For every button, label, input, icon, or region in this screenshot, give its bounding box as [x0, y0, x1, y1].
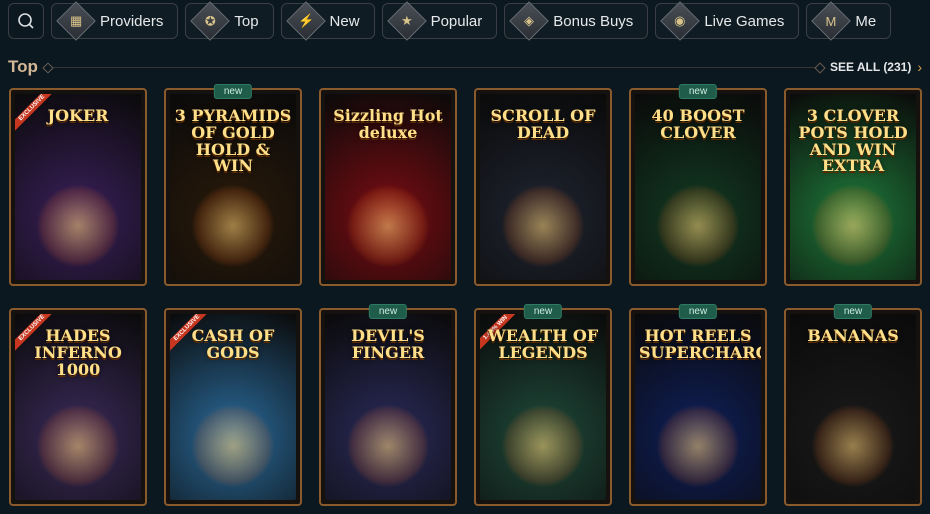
nav-item-label: Me: [855, 12, 877, 30]
game-art: [346, 404, 430, 488]
game-art: [811, 184, 895, 268]
game-tile[interactable]: 3 CLOVER POTS HOLD AND WIN EXTRA: [784, 88, 922, 286]
game-title: SCROLL OF DEAD: [490, 106, 596, 142]
popular-icon: ★: [386, 1, 427, 41]
game-title: WEALTH OF LEGENDS: [487, 326, 599, 362]
new-badge: new: [678, 304, 718, 319]
game-art: [346, 184, 430, 268]
game-title: HADES INFERNO 1000: [34, 326, 122, 379]
game-art: [191, 404, 275, 488]
game-title: 40 BOOST CLOVER: [651, 106, 745, 142]
search-button[interactable]: [8, 3, 44, 39]
game-tile[interactable]: Sizzling Hot deluxe: [319, 88, 457, 286]
nav-item-label: Popular: [430, 12, 483, 30]
see-all-link[interactable]: SEE ALL (231): [830, 60, 911, 74]
game-art: [36, 184, 120, 268]
nav-item-providers[interactable]: ▦ Providers: [51, 1, 179, 41]
game-tile[interactable]: EXCLUSIVE CASH OF GODS: [164, 308, 302, 506]
game-thumbnail: Sizzling Hot deluxe: [325, 94, 451, 280]
game-tile[interactable]: new 3 PYRAMIDS OF GOLD HOLD & WIN: [164, 84, 302, 286]
nav-item-live-games[interactable]: ◉ Live Games: [655, 1, 800, 41]
new-badge: new: [368, 304, 408, 319]
new-badge: new: [678, 84, 718, 99]
game-art: [501, 184, 585, 268]
game-art: [811, 404, 895, 488]
nav-item-new[interactable]: ⚡ New: [280, 1, 375, 41]
nav-item-label: Providers: [100, 12, 164, 30]
game-thumbnail: EXCLUSIVE CASH OF GODS: [170, 314, 296, 500]
game-tile[interactable]: SCROLL OF DEAD: [474, 88, 612, 286]
game-art: [656, 184, 740, 268]
game-thumbnail: DEVIL'S FINGER: [325, 314, 451, 500]
new-icon: ⚡: [285, 1, 326, 41]
game-title: 3 CLOVER POTS HOLD AND WIN EXTRA: [798, 106, 908, 176]
providers-icon: ▦: [56, 1, 96, 41]
game-thumbnail: 40 BOOST CLOVER: [635, 94, 761, 280]
game-thumbnail: 1.4K% WIN WEALTH OF LEGENDS: [480, 314, 606, 500]
nav-icon-glyph: ▦: [69, 12, 83, 28]
game-thumbnail: EXCLUSIVE JOKER: [15, 94, 141, 280]
game-tile[interactable]: new BANANAS: [784, 304, 922, 506]
nav-icon-glyph: ✪: [204, 13, 216, 28]
bonus-buys-icon: ◈: [509, 1, 550, 41]
game-title: CASH OF GODS: [191, 326, 275, 362]
chevron-right-icon[interactable]: ›: [917, 59, 922, 75]
more-icon: M: [811, 1, 852, 41]
nav-item-popular[interactable]: ★ Popular: [381, 1, 498, 41]
game-thumbnail: 3 CLOVER POTS HOLD AND WIN EXTRA: [790, 94, 916, 280]
nav-icon-glyph: ★: [400, 13, 413, 28]
games-grid: EXCLUSIVE JOKER new 3 PYRAMIDS OF GOLD HOLD…: [9, 84, 925, 506]
section-title: Top: [8, 57, 38, 76]
nav-icon-glyph: ◈: [524, 13, 535, 28]
game-art: [656, 404, 740, 488]
game-tile[interactable]: new 40 BOOST CLOVER: [629, 84, 767, 286]
game-thumbnail: HOT REELS SUPERCHARGED: [635, 314, 761, 500]
game-title: HOT REELS SUPERCHARGED: [639, 326, 761, 362]
search-icon: [18, 13, 34, 29]
new-badge: new: [833, 304, 873, 319]
nav-icon-glyph: M: [825, 13, 837, 29]
game-title: DEVIL'S FINGER: [351, 326, 425, 362]
game-tile[interactable]: EXCLUSIVE JOKER: [9, 88, 147, 286]
section-divider: [47, 66, 820, 68]
game-thumbnail: 3 PYRAMIDS OF GOLD HOLD & WIN: [170, 94, 296, 280]
nav-icon-glyph: ⚡: [297, 13, 314, 28]
game-art: [501, 404, 585, 488]
game-tile[interactable]: new HOT REELS SUPERCHARGED: [629, 304, 767, 506]
game-title: JOKER: [47, 106, 109, 125]
new-badge: new: [523, 304, 563, 319]
nav-item-label: Live Games: [704, 12, 785, 30]
nav-icon-glyph: ◉: [674, 13, 686, 28]
live-games-icon: ◉: [660, 1, 701, 41]
game-thumbnail: EXCLUSIVE HADES INFERNO 1000: [15, 314, 141, 500]
game-title: Sizzling Hot deluxe: [333, 106, 443, 142]
section-header: Top SEE ALL (231) ›: [8, 56, 922, 78]
game-tile[interactable]: EXCLUSIVE HADES INFERNO 1000: [9, 308, 147, 506]
game-title: 3 PYRAMIDS OF GOLD HOLD & WIN: [174, 106, 292, 176]
game-title: BANANAS: [807, 326, 899, 345]
game-thumbnail: BANANAS: [790, 314, 916, 500]
nav-item-top[interactable]: ✪ Top: [185, 1, 274, 41]
nav-item-me[interactable]: M Me: [806, 1, 892, 41]
top-nav: ▦ Providers ✪ Top ⚡ New ★ Popular ◈ Bonus Buys ◉ Li…: [0, 0, 930, 42]
game-thumbnail: SCROLL OF DEAD: [480, 94, 606, 280]
nav-item-label: Top: [234, 12, 259, 30]
nav-item-label: Bonus Buys: [553, 12, 634, 30]
nav-item-label: New: [329, 12, 360, 30]
top-icon: ✪: [190, 1, 231, 41]
game-tile[interactable]: new DEVIL'S FINGER: [319, 304, 457, 506]
game-art: [36, 404, 120, 488]
game-tile[interactable]: new 1.4K% WIN WEALTH OF LEGENDS: [474, 304, 612, 506]
nav-item-bonus-buys[interactable]: ◈ Bonus Buys: [504, 1, 649, 41]
new-badge: new: [213, 84, 253, 99]
game-art: [191, 184, 275, 268]
